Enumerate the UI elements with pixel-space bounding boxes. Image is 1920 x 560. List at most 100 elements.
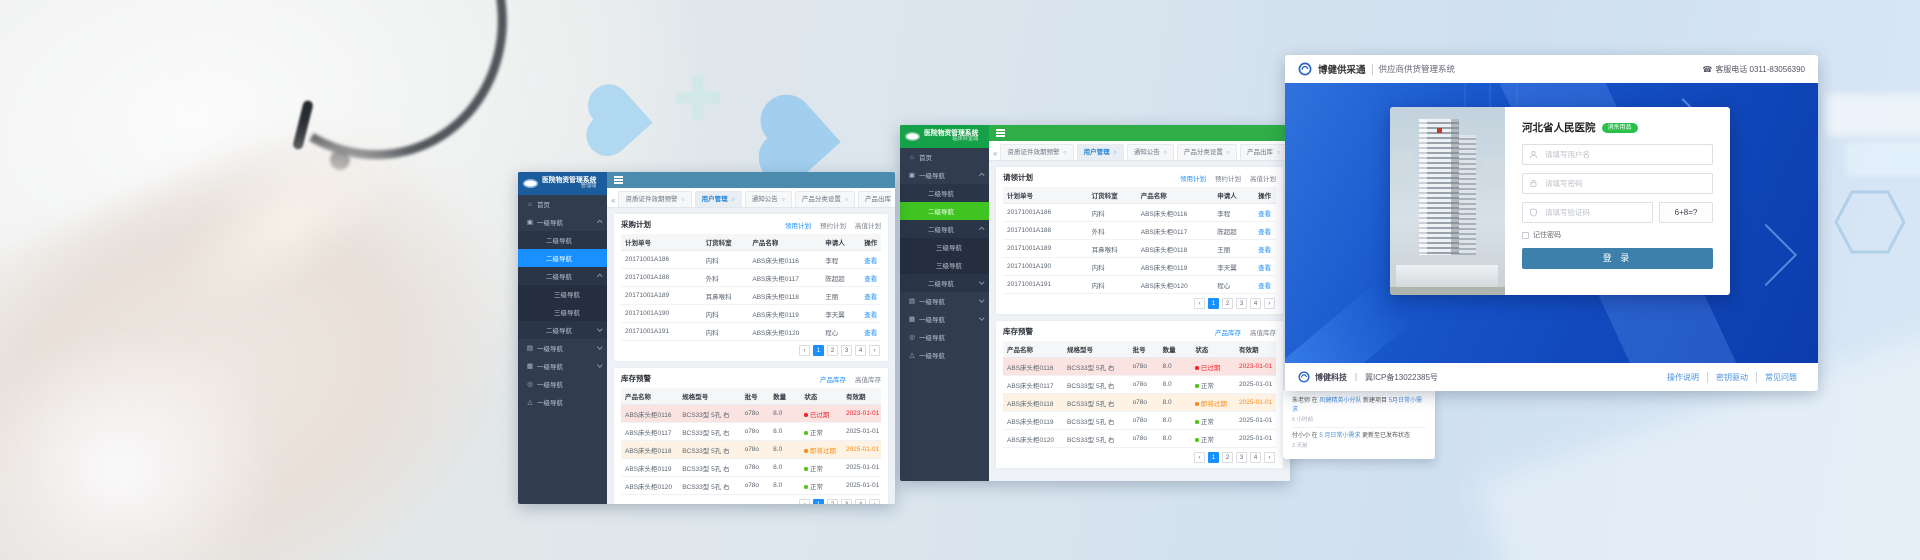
- captcha-input[interactable]: [1543, 207, 1646, 218]
- view-link[interactable]: 查看: [860, 323, 881, 341]
- password-field[interactable]: [1522, 173, 1713, 194]
- sidebar-item[interactable]: ▦ 一级导航: [518, 357, 607, 375]
- card-link[interactable]: 领用计划: [1180, 173, 1206, 183]
- footer-link[interactable]: 密钥驱动: [1707, 372, 1756, 383]
- view-link[interactable]: 查看: [1254, 222, 1276, 240]
- sidebar-item[interactable]: ▤ 一级导航: [900, 292, 989, 310]
- sidebar-item[interactable]: ▦ 一级导航: [900, 310, 989, 328]
- captcha-question[interactable]: 6+8=?: [1659, 202, 1713, 223]
- page-button[interactable]: 2: [1222, 452, 1233, 463]
- page-button[interactable]: 3: [1236, 298, 1247, 309]
- page-button[interactable]: ›: [869, 345, 880, 356]
- page-button[interactable]: ›: [869, 499, 880, 504]
- sidebar-item[interactable]: 二级导航: [518, 267, 607, 285]
- tab-dot-icon: ○: [1164, 150, 1167, 156]
- page-button[interactable]: ‹: [799, 499, 810, 504]
- card-link[interactable]: 领用计划: [785, 220, 811, 230]
- card-link[interactable]: 高值库存: [1250, 327, 1276, 337]
- page-button[interactable]: ‹: [1194, 298, 1205, 309]
- page-button[interactable]: 4: [1250, 298, 1261, 309]
- sidebar-item[interactable]: ▤ 一级导航: [518, 339, 607, 357]
- tab[interactable]: 资质证件效期预警 ○: [618, 191, 691, 207]
- page-button[interactable]: 3: [841, 345, 852, 356]
- sidebar-item[interactable]: 二级导航: [900, 202, 989, 220]
- sidebar-item[interactable]: 二级导航: [900, 220, 989, 238]
- tab[interactable]: 用户管理 ○: [1077, 144, 1124, 160]
- page-button[interactable]: 1: [813, 345, 824, 356]
- view-link[interactable]: 查看: [860, 287, 881, 305]
- card-link[interactable]: 预约计划: [1215, 173, 1241, 183]
- feed-link[interactable]: 5 月日常小需求: [1319, 433, 1360, 439]
- tab[interactable]: 通知公告 ○: [745, 191, 792, 207]
- view-link[interactable]: 查看: [1254, 276, 1276, 294]
- tab[interactable]: 产品出库 ○: [1240, 144, 1286, 160]
- menu-fold-icon[interactable]: [996, 132, 1005, 133]
- view-link[interactable]: 查看: [860, 251, 881, 269]
- username-field[interactable]: [1522, 144, 1713, 165]
- sidebar-item[interactable]: 三级导航: [900, 238, 989, 256]
- sidebar-item[interactable]: 二级导航: [518, 321, 607, 339]
- tab[interactable]: 用户管理 ○: [695, 191, 742, 207]
- sidebar-item[interactable]: 二级导航: [900, 184, 989, 202]
- page-button[interactable]: ›: [1264, 298, 1275, 309]
- sidebar-item[interactable]: ◎ 一级导航: [518, 375, 607, 393]
- card-link[interactable]: 高值库存: [855, 374, 881, 384]
- sidebar-item[interactable]: 二级导航: [900, 274, 989, 292]
- card-link[interactable]: 产品库存: [820, 374, 846, 384]
- sidebar-item[interactable]: 二级导航: [518, 249, 607, 267]
- page-button[interactable]: 2: [827, 345, 838, 356]
- view-link[interactable]: 查看: [1254, 258, 1276, 276]
- sidebar-item[interactable]: ◎ 一级导航: [900, 328, 989, 346]
- card-link[interactable]: 高值计划: [1250, 173, 1276, 183]
- login-button[interactable]: 登 录: [1522, 248, 1713, 269]
- sidebar-item[interactable]: 二级导航: [518, 231, 607, 249]
- view-link[interactable]: 查看: [860, 305, 881, 323]
- password-input[interactable]: [1543, 178, 1706, 189]
- view-link[interactable]: 查看: [1254, 240, 1276, 258]
- sidebar-item[interactable]: ▣ 一级导航: [518, 213, 607, 231]
- tab[interactable]: 资质证件效期预警 ○: [1000, 144, 1073, 160]
- tabs-collapse-icon[interactable]: «: [611, 196, 618, 207]
- sidebar-item[interactable]: ▣ 一级导航: [900, 166, 989, 184]
- menu-fold-icon[interactable]: [614, 179, 623, 180]
- page-button[interactable]: 1: [1208, 452, 1219, 463]
- footer-link[interactable]: 常见问题: [1756, 372, 1805, 383]
- sidebar-item[interactable]: △ 一级导航: [900, 346, 989, 364]
- tab[interactable]: 产品分类设置 ○: [795, 191, 855, 207]
- card-link[interactable]: 高值计划: [855, 220, 881, 230]
- view-link[interactable]: 查看: [860, 269, 881, 287]
- page-button[interactable]: 4: [1250, 452, 1261, 463]
- page-button[interactable]: ›: [1264, 452, 1275, 463]
- page-button[interactable]: 3: [841, 499, 852, 504]
- card-link[interactable]: 预约计划: [820, 220, 846, 230]
- remember-label: 记住密码: [1533, 230, 1561, 240]
- sidebar-item[interactable]: ⌂ 首页: [518, 195, 607, 213]
- sidebar-item[interactable]: 三级导航: [518, 285, 607, 303]
- tab[interactable]: 产品分类设置 ○: [1177, 144, 1237, 160]
- page-button[interactable]: 2: [1222, 298, 1233, 309]
- page-button[interactable]: 4: [855, 345, 866, 356]
- page-button[interactable]: 1: [1208, 298, 1219, 309]
- sidebar-item[interactable]: 三级导航: [518, 303, 607, 321]
- page-button[interactable]: 4: [855, 499, 866, 504]
- tab[interactable]: 产品出库 ○: [858, 191, 891, 207]
- page-button[interactable]: 3: [1236, 452, 1247, 463]
- sidebar-item[interactable]: △ 一级导航: [518, 393, 607, 411]
- page-button[interactable]: ‹: [1194, 452, 1205, 463]
- card-link[interactable]: 产品库存: [1215, 327, 1241, 337]
- topbar: [989, 125, 1290, 141]
- view-link[interactable]: 查看: [1254, 204, 1276, 222]
- sidebar-item[interactable]: 三级导航: [900, 256, 989, 274]
- sidebar-item[interactable]: ⌂ 首页: [900, 148, 989, 166]
- tab[interactable]: 通知公告 ○: [1127, 144, 1174, 160]
- captcha-field[interactable]: [1522, 202, 1653, 223]
- page-button[interactable]: 1: [813, 499, 824, 504]
- cell-date: 2025-01-01: [1235, 412, 1276, 430]
- page-button[interactable]: ‹: [799, 345, 810, 356]
- username-input[interactable]: [1543, 149, 1706, 160]
- feed-link[interactable]: 风健精英小分队: [1319, 398, 1361, 404]
- page-button[interactable]: 2: [827, 499, 838, 504]
- tabs-collapse-icon[interactable]: «: [993, 149, 1000, 160]
- footer-link[interactable]: 操作说明: [1659, 372, 1707, 383]
- remember-checkbox[interactable]: [1522, 232, 1529, 239]
